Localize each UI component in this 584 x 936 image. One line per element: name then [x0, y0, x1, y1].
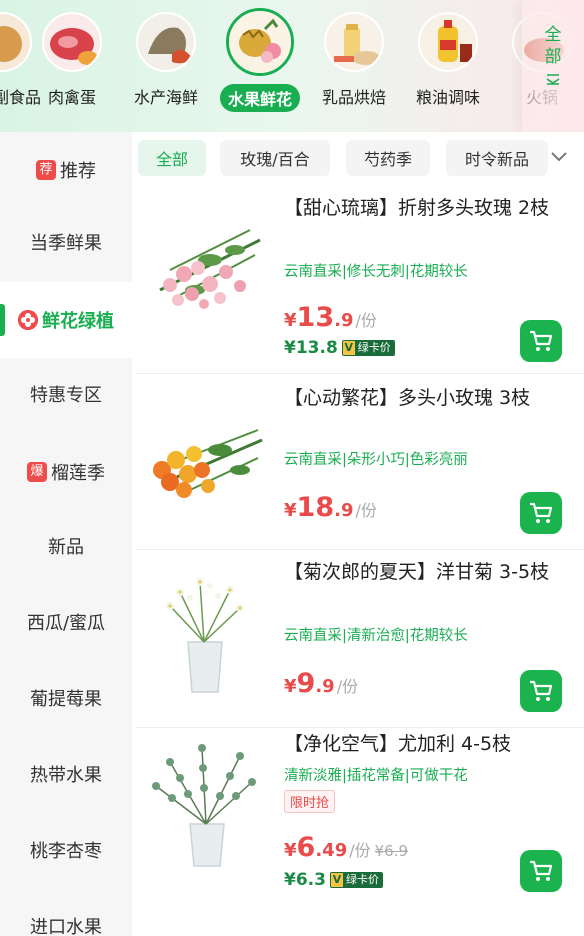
meat-icon: [42, 12, 102, 72]
flower-icon: [18, 310, 38, 330]
hot-tag: 爆: [27, 462, 47, 482]
seafood-icon: [136, 12, 196, 72]
original-price: ¥6.9: [374, 842, 409, 860]
pink-rose-image: [140, 200, 270, 330]
sidebar-item-stone-fruit[interactable]: 桃李杏枣: [0, 812, 132, 888]
sidebar-item-label: 进口水果: [30, 917, 102, 936]
product-card[interactable]: 【菊次郎的夏天】洋甘菊 3-5枝 云南直采|清新治愈|花期较长 ¥9.9/份: [132, 550, 584, 728]
product-tags: 云南直采|朵形小巧|色彩亮丽: [284, 452, 468, 468]
sidebar-item-label: 推荐: [60, 161, 96, 182]
sidebar-item-label: 西瓜/蜜瓜: [26, 613, 106, 634]
product-list: 【甜心琉璃】折射多头玫瑰 2枝 云南直采|修长无刺|花期较长 ¥13.9/份 ¥…: [132, 184, 584, 936]
category-seafood[interactable]: 水产海鲜: [118, 12, 214, 122]
sidebar-item-tropical[interactable]: 热带水果: [0, 736, 132, 812]
product-title: 【心动繁花】多头小玫瑰 3枝: [284, 387, 531, 409]
product-card[interactable]: 【甜心琉璃】折射多头玫瑰 2枝 云南直采|修长无刺|花期较长 ¥13.9/份 ¥…: [132, 184, 584, 374]
product-title: 【甜心琉璃】折射多头玫瑰 2枝: [284, 197, 550, 219]
sidebar-item-label: 葡提莓果: [30, 689, 102, 710]
sidebar-item-imported[interactable]: 进口水果: [0, 888, 132, 936]
category-dairy[interactable]: 乳品烘焙: [306, 12, 402, 122]
hot-tag: 荐: [36, 160, 56, 180]
product-card[interactable]: 【净化空气】尤加利 4-5枝 清新淡雅|插花常备|可做干花 限时抢 ¥6.49/…: [132, 728, 584, 924]
category-strip: 副食品 肉禽蛋 水产海鲜 水果鲜花 乳品烘焙 粮油调味 火锅: [0, 0, 584, 132]
sidebar-item-deals[interactable]: 特惠专区: [0, 356, 132, 432]
category-label: 粮油调味: [415, 88, 480, 107]
category-label: 乳品烘焙: [321, 88, 386, 107]
sidebar-item-berries[interactable]: 葡提莓果: [0, 660, 132, 736]
add-to-cart-button[interactable]: [520, 492, 562, 534]
orange-rose-image: [140, 400, 270, 530]
sidebar-item-label: 新品: [48, 537, 84, 558]
dairy-icon: [324, 12, 384, 72]
chevron-down-icon[interactable]: [550, 150, 568, 162]
member-card-badge: V 绿卡价: [341, 340, 395, 356]
filter-chip-rose-lily[interactable]: 玫瑰/百合: [220, 140, 330, 176]
category-label: 水产海鲜: [133, 88, 198, 107]
flash-sale-tag: 限时抢: [284, 790, 336, 813]
filter-bar: 全部 玫瑰/百合 芍药季 时令新品: [132, 132, 584, 184]
cart-icon: [530, 502, 553, 523]
filter-chip-all[interactable]: 全部: [138, 140, 206, 176]
cart-icon: [530, 680, 553, 701]
product-price: ¥6.49/份 ¥6.9: [284, 832, 409, 863]
product-card[interactable]: 【心动繁花】多头小玫瑰 3枝 云南直采|朵形小巧|色彩亮丽 ¥18.9/份: [132, 374, 584, 550]
all-label-char: 全: [544, 25, 562, 45]
sidebar-item-durian[interactable]: 爆 榴莲季: [0, 434, 132, 510]
member-price: ¥6.3 V 绿卡价: [284, 870, 383, 890]
all-label-char: 部: [544, 47, 562, 67]
add-to-cart-button[interactable]: [520, 320, 562, 362]
product-tags: 清新淡雅|插花常备|可做干花: [284, 768, 468, 784]
product-price: ¥13.9/份: [284, 302, 377, 333]
product-tags: 云南直采|修长无刺|花期较长: [284, 264, 468, 280]
product-tags: 云南直采|清新治愈|花期较长: [284, 628, 468, 644]
sidebar-item-label: 热带水果: [30, 765, 102, 786]
category-meat[interactable]: 肉禽蛋: [24, 12, 120, 122]
product-price: ¥9.9/份: [284, 668, 359, 699]
add-to-cart-button[interactable]: [520, 850, 562, 892]
category-grain-oil[interactable]: 粮油调味: [400, 12, 496, 122]
sidebar-item-label: 桃李杏枣: [30, 841, 102, 862]
member-price: ¥13.8 V 绿卡价: [284, 338, 395, 358]
product-price: ¥18.9/份: [284, 492, 377, 523]
filter-chip-peony[interactable]: 芍药季: [346, 140, 430, 176]
sidebar-item-label: 榴莲季: [51, 463, 105, 484]
eucalyptus-vase-image: [140, 742, 270, 872]
category-fruit-flower[interactable]: 水果鲜花: [212, 8, 308, 122]
filter-chip-seasonal-new[interactable]: 时令新品: [446, 140, 548, 176]
sidebar-item-label: 特惠专区: [30, 385, 102, 406]
product-title: 【菊次郎的夏天】洋甘菊 3-5枝: [284, 561, 550, 583]
sidebar-item-melon[interactable]: 西瓜/蜜瓜: [0, 584, 132, 660]
sidebar-item-label: 鲜花绿植: [42, 311, 114, 332]
sidebar-item-flowers[interactable]: 鲜花绿植: [0, 282, 132, 358]
sidebar: 荐 推荐 当季鲜果 鲜花绿植 特惠专区 爆 榴莲季 新品 西瓜/蜜瓜 葡提莓果 …: [0, 132, 132, 936]
chamomile-vase-image: [140, 572, 270, 702]
cart-icon: [530, 860, 553, 881]
sidebar-item-label: 当季鲜果: [30, 233, 102, 254]
sidebar-item-new[interactable]: 新品: [0, 508, 132, 584]
category-label: 肉禽蛋: [47, 88, 96, 107]
all-categories-button[interactable]: 全 部: [522, 0, 584, 132]
sidebar-item-recommend[interactable]: 荐 推荐: [0, 132, 132, 208]
category-label: 水果鲜花: [219, 84, 300, 112]
grain-oil-icon: [418, 12, 478, 72]
cart-icon: [530, 330, 553, 351]
product-title: 【净化空气】尤加利 4-5枝: [284, 733, 512, 755]
fruit-flower-icon: [226, 8, 294, 76]
menu-lines-icon: [546, 74, 560, 85]
sidebar-item-seasonal-fruit[interactable]: 当季鲜果: [0, 204, 132, 280]
add-to-cart-button[interactable]: [520, 670, 562, 712]
member-card-badge: V 绿卡价: [329, 872, 383, 888]
